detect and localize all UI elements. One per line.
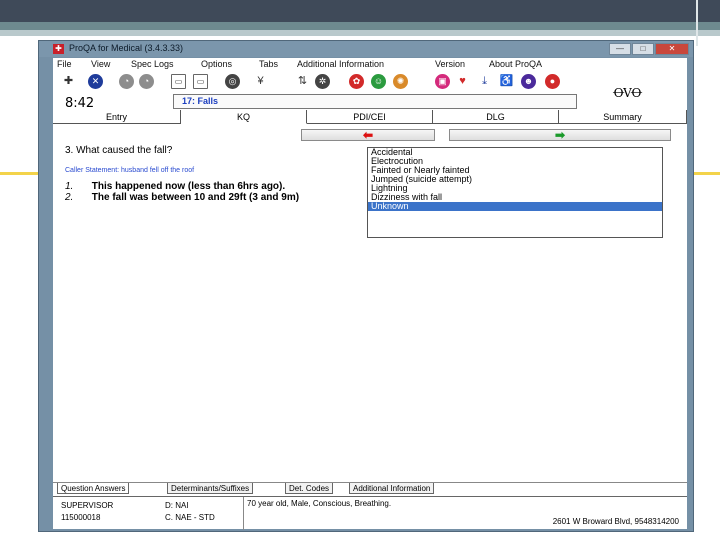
menu-about-proqa[interactable]: About ProQA bbox=[489, 59, 542, 69]
minimize-button[interactable]: — bbox=[609, 43, 631, 55]
settings-gear-icon[interactable]: ✲ bbox=[315, 74, 330, 89]
user-face-icon[interactable]: ☻ bbox=[521, 74, 536, 89]
tab-pdi-cei[interactable]: PDI/CEI bbox=[307, 110, 433, 124]
menu-bar: File View Spec Logs Options Tabs Additio… bbox=[53, 59, 687, 71]
brand-logo-icon: ꝊVꝊ bbox=[613, 86, 642, 100]
bottom-tab-strip: Question Answers Determinants/Suffixes D… bbox=[53, 482, 687, 494]
fire-icon[interactable]: ✺ bbox=[393, 74, 408, 89]
app-icon: ✚ bbox=[53, 44, 64, 54]
status-face-icon[interactable]: ☺ bbox=[371, 74, 386, 89]
answer-number: 2. bbox=[65, 192, 74, 203]
user-id: 115000018 bbox=[61, 513, 101, 522]
tab-det-codes[interactable]: Det. Codes bbox=[285, 483, 334, 494]
menu-options[interactable]: Options bbox=[201, 59, 232, 69]
lamp-icon[interactable]: ¥ bbox=[253, 74, 268, 89]
notes-icon[interactable]: ▭ bbox=[193, 74, 208, 89]
window-title: ProQA for Medical (3.4.3.33) bbox=[69, 43, 184, 53]
window-controls: — □ ✕ bbox=[609, 43, 689, 55]
slide-header-bar bbox=[0, 0, 720, 22]
close-button[interactable]: ✕ bbox=[655, 43, 689, 55]
slide-accent-band-light bbox=[0, 30, 720, 36]
chief-complaint-code: C. NAE - STD bbox=[165, 513, 215, 522]
tab-question-answers[interactable]: Question Answers bbox=[57, 483, 130, 494]
answer-options-list[interactable]: Accidental Electrocution Fainted or Near… bbox=[367, 147, 663, 238]
tab-dlg[interactable]: DLG bbox=[433, 110, 559, 124]
elapsed-clock: 8:42 bbox=[65, 96, 95, 111]
caller-statement: Caller Statement: husband fell off the r… bbox=[65, 167, 195, 174]
answer-row: 1. This happened now (less than 6hrs ago… bbox=[65, 181, 285, 192]
workflow-tabs: Entry KQ PDI/CEI DLG Summary bbox=[53, 110, 687, 124]
answer-text: This happened now (less than 6hrs ago). bbox=[91, 181, 286, 192]
tab-kq[interactable]: KQ bbox=[181, 110, 307, 124]
menu-additional-information[interactable]: Additional Information bbox=[297, 59, 384, 69]
answer-row: 2. The fall was between 10 and 29ft (3 a… bbox=[65, 192, 299, 203]
incident-address: 2601 W Broward Blvd, 9548314200 bbox=[552, 517, 679, 526]
protocol-label: 17: Falls bbox=[182, 96, 219, 106]
transfer-icon[interactable]: ⇅ bbox=[295, 74, 310, 89]
cancel-case-icon[interactable]: ✕ bbox=[88, 74, 103, 89]
maximize-button[interactable]: □ bbox=[632, 43, 654, 55]
add-case-icon[interactable]: ✚ bbox=[61, 74, 76, 89]
status-bar: SUPERVISOR 115000018 D: NAI C. NAE - STD… bbox=[53, 496, 687, 530]
client-area: File View Spec Logs Options Tabs Additio… bbox=[53, 58, 687, 530]
determinant-code: D: NAI bbox=[165, 501, 189, 510]
menu-file[interactable]: File bbox=[57, 59, 72, 69]
next-question-button[interactable]: ➡ bbox=[449, 129, 671, 141]
option-unknown[interactable]: Unknown bbox=[368, 202, 662, 211]
question-text: 3. What caused the fall? bbox=[65, 145, 173, 156]
title-bar[interactable]: ✚ ProQA for Medical (3.4.3.33) — □ ✕ bbox=[39, 41, 693, 57]
timer-icon[interactable]: ◔ bbox=[139, 74, 154, 89]
slide-corner-frame bbox=[696, 0, 720, 46]
history-icon[interactable]: ◔ bbox=[119, 74, 134, 89]
patient-summary: 70 year old, Male, Conscious, Breathing. bbox=[247, 499, 392, 508]
tab-entry[interactable]: Entry bbox=[53, 110, 181, 124]
protocol-field[interactable]: 17: Falls bbox=[173, 94, 577, 109]
menu-version[interactable]: Version bbox=[435, 59, 465, 69]
previous-question-button[interactable]: ⬅ bbox=[301, 129, 435, 141]
clipboard-icon[interactable]: ▭ bbox=[171, 74, 186, 89]
hazard-icon[interactable]: ✿ bbox=[349, 74, 364, 89]
status-divider bbox=[243, 497, 244, 530]
photo-icon[interactable]: ▣ bbox=[435, 74, 450, 89]
answer-number: 1. bbox=[65, 181, 74, 192]
toolbar: ✚ ✕ ◔ ◔ ▭ ▭ ◎ ¥ ⇅ ✲ ✿ ☺ ✺ ▣ ♥ ⤓ ♿ ☻ ● bbox=[53, 71, 687, 91]
proqa-window: ✚ ProQA for Medical (3.4.3.33) — □ ✕ Fil… bbox=[38, 40, 694, 532]
option-dizziness[interactable]: Dizziness with fall bbox=[368, 193, 662, 202]
tab-determinants-suffixes[interactable]: Determinants/Suffixes bbox=[167, 483, 254, 494]
target-icon[interactable]: ◎ bbox=[225, 74, 240, 89]
tab-summary[interactable]: Summary bbox=[559, 110, 687, 124]
wheelchair-icon[interactable]: ♿ bbox=[499, 74, 514, 89]
user-role: SUPERVISOR bbox=[61, 501, 114, 510]
menu-spec-logs[interactable]: Spec Logs bbox=[131, 59, 174, 69]
option-jumped[interactable]: Jumped (suicide attempt) bbox=[368, 175, 662, 184]
stop-icon[interactable]: ● bbox=[545, 74, 560, 89]
answer-text: The fall was between 10 and 29ft (3 and … bbox=[91, 192, 300, 203]
heart-icon[interactable]: ♥ bbox=[455, 74, 470, 89]
download-icon[interactable]: ⤓ bbox=[477, 74, 492, 89]
tab-additional-information[interactable]: Additional Information bbox=[349, 483, 435, 494]
menu-tabs[interactable]: Tabs bbox=[259, 59, 278, 69]
menu-view[interactable]: View bbox=[91, 59, 110, 69]
